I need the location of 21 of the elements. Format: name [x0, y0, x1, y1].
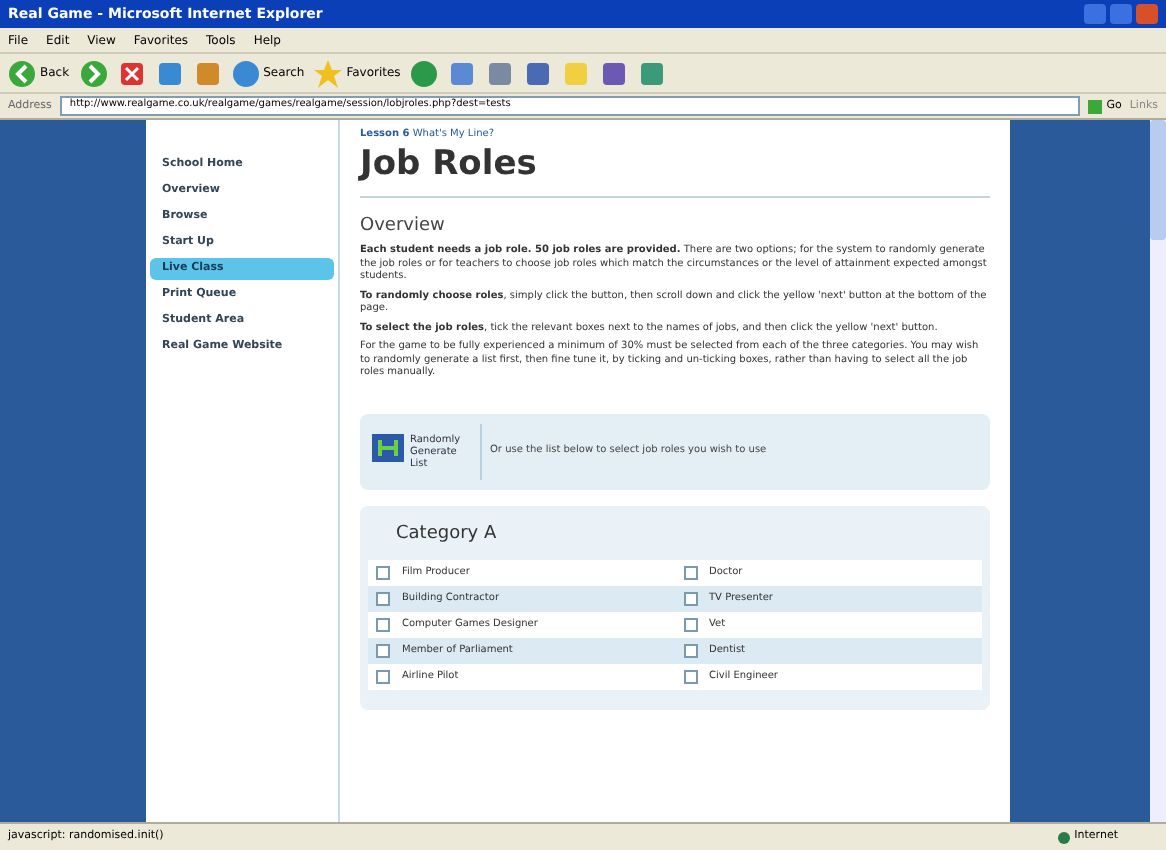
- minimize-button[interactable]: [1084, 4, 1106, 24]
- checkbox[interactable]: [376, 670, 390, 684]
- stop-icon: [117, 59, 146, 87]
- checkbox[interactable]: [683, 592, 697, 606]
- section-heading: Overview: [360, 213, 447, 239]
- checkbox[interactable]: [376, 592, 390, 606]
- close-button[interactable]: [1136, 4, 1158, 24]
- checkbox[interactable]: [683, 670, 697, 684]
- toolbar-button[interactable]: [117, 59, 146, 87]
- checkbox[interactable]: [683, 618, 697, 632]
- checkbox[interactable]: [376, 618, 390, 632]
- page-heading: Job Roles: [360, 143, 539, 183]
- checkbox[interactable]: [376, 644, 390, 658]
- star-icon: [314, 59, 343, 87]
- checkbox[interactable]: [683, 644, 697, 658]
- checkbox[interactable]: [376, 566, 390, 580]
- generate-icon: [372, 433, 404, 461]
- maximize-button[interactable]: [1110, 4, 1132, 24]
- category-heading: Category A: [394, 521, 499, 547]
- checkbox[interactable]: [683, 566, 697, 580]
- toolbar-button[interactable]: [79, 59, 108, 87]
